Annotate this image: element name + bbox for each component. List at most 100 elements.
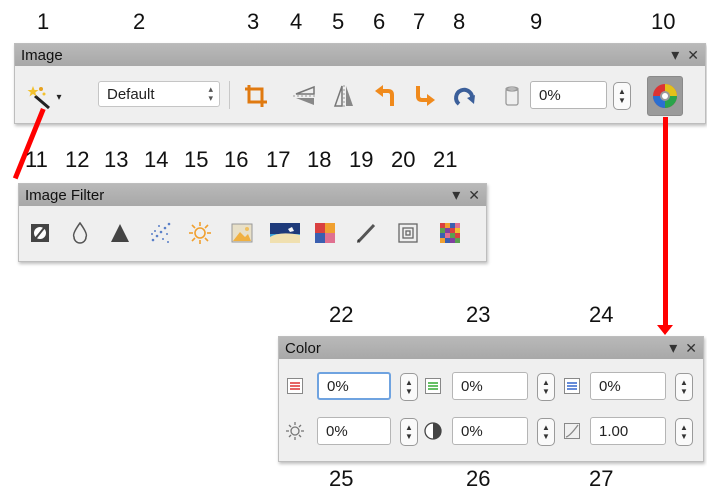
up-icon: ▲	[405, 423, 413, 432]
pop-art-icon[interactable]	[312, 220, 338, 246]
green-field[interactable]: 0%	[452, 372, 528, 400]
flip-vertically-icon[interactable]	[291, 83, 317, 109]
callout-17: 17	[266, 147, 291, 172]
rotate-left-icon[interactable]	[372, 83, 398, 109]
charcoal-sketch-icon[interactable]	[353, 220, 379, 246]
gamma-icon	[562, 418, 582, 444]
callout-10: 10	[651, 9, 676, 34]
collapse-icon[interactable]: ▾	[452, 185, 460, 205]
aging-icon[interactable]	[229, 220, 255, 246]
blue-channel-icon	[562, 373, 582, 399]
collapse-icon[interactable]: ▾	[669, 338, 677, 358]
rotate-right-icon[interactable]	[412, 83, 438, 109]
down-icon: ▼	[405, 387, 413, 396]
smooth-icon[interactable]	[67, 220, 93, 246]
image-filter-toolbar: Image Filter ▾ ✕	[18, 183, 487, 262]
invert-icon[interactable]	[27, 220, 53, 246]
gamma-stepper[interactable]: ▲ ▼	[675, 418, 693, 446]
up-icon: ▲	[405, 378, 413, 387]
callout-11: 11	[25, 147, 48, 172]
sharpen-icon[interactable]	[107, 220, 133, 246]
callout-20: 20	[391, 147, 416, 172]
callout-27: 27	[589, 466, 614, 491]
callout-4: 4	[290, 9, 303, 34]
chevron-down-icon[interactable]: ▾	[53, 84, 65, 110]
image-toolbar-titlebar[interactable]: Image ▾ ✕	[15, 44, 705, 66]
callout-3: 3	[247, 9, 260, 34]
callout-9: 9	[530, 9, 543, 34]
red-stepper[interactable]: ▲ ▼	[400, 373, 418, 401]
color-toolbar-titlebar[interactable]: Color ▾ ✕	[279, 337, 703, 359]
graphics-mode-select[interactable]: Default ▴ ▾	[98, 81, 220, 107]
color-toolbar-button[interactable]	[647, 76, 683, 116]
close-icon[interactable]: ✕	[685, 340, 697, 357]
image-toolbar-title: Image	[21, 46, 63, 64]
callout-21: 21	[433, 147, 458, 172]
gamma-field[interactable]: 1.00	[590, 417, 666, 445]
callout-19: 19	[349, 147, 374, 172]
transparency-icon	[503, 83, 521, 109]
red-field[interactable]: 0%	[317, 372, 391, 400]
transparency-stepper[interactable]: ▲ ▼	[613, 82, 631, 110]
rotate-180-icon[interactable]	[452, 83, 478, 109]
transparency-field[interactable]: 0%	[530, 81, 607, 109]
callout-25: 25	[329, 466, 354, 491]
contrast-icon	[423, 418, 443, 444]
updown-icon: ▴ ▾	[208, 84, 213, 103]
collapse-icon[interactable]: ▾	[671, 45, 679, 65]
callout-16: 16	[224, 147, 249, 172]
callout-24: 24	[589, 302, 614, 327]
crop-icon[interactable]	[243, 83, 269, 109]
image-toolbar: Image ▾ ✕ ▾ Default ▴ ▾ 0% ▲ ▼	[14, 43, 706, 124]
up-icon: ▲	[680, 378, 688, 387]
relief-icon[interactable]	[395, 220, 421, 246]
flip-horizontally-icon[interactable]	[331, 83, 357, 109]
image-filter-toolbar-title: Image Filter	[25, 186, 105, 204]
red-value: 0%	[327, 377, 349, 395]
close-icon[interactable]: ✕	[687, 47, 699, 64]
graphics-mode-value: Default	[107, 85, 155, 103]
callout-6: 6	[373, 9, 386, 34]
callout-23: 23	[466, 302, 491, 327]
callout-5: 5	[332, 9, 345, 34]
solarization-icon[interactable]	[187, 220, 213, 246]
image-filter-wand-icon[interactable]	[27, 84, 53, 110]
connector-line-right	[663, 117, 668, 327]
green-stepper[interactable]: ▲ ▼	[537, 373, 555, 401]
up-icon: ▲	[542, 378, 550, 387]
mosaic-icon[interactable]	[437, 220, 463, 246]
gamma-value: 1.00	[599, 422, 629, 440]
down-icon: ▼	[680, 432, 688, 441]
brightness-field[interactable]: 0%	[317, 417, 391, 445]
blue-stepper[interactable]: ▲ ▼	[675, 373, 693, 401]
contrast-stepper[interactable]: ▲ ▼	[537, 418, 555, 446]
up-icon: ▲	[618, 87, 626, 96]
red-channel-icon	[285, 373, 305, 399]
contrast-field[interactable]: 0%	[452, 417, 528, 445]
green-value: 0%	[461, 377, 483, 395]
contrast-value: 0%	[461, 422, 483, 440]
green-channel-icon	[423, 373, 443, 399]
down-icon: ▼	[680, 387, 688, 396]
image-filter-toolbar-titlebar[interactable]: Image Filter ▾ ✕	[19, 184, 486, 206]
color-wheel-icon	[653, 84, 677, 108]
color-toolbar: Color ▾ ✕ 0% ▲ ▼ 0% ▲ ▼ 0% ▲ ▼ 0% ▲ ▼ 0%…	[278, 336, 704, 462]
callout-22: 22	[329, 302, 354, 327]
color-toolbar-title: Color	[285, 339, 321, 357]
posterize-icon[interactable]	[269, 220, 301, 246]
brightness-value: 0%	[326, 422, 348, 440]
down-icon: ▼	[405, 432, 413, 441]
down-icon: ▼	[542, 387, 550, 396]
remove-noise-icon[interactable]	[147, 220, 173, 246]
callout-7: 7	[413, 9, 426, 34]
brightness-icon	[285, 418, 305, 444]
callout-1: 1	[37, 9, 50, 34]
up-icon: ▲	[680, 423, 688, 432]
blue-field[interactable]: 0%	[590, 372, 666, 400]
callout-8: 8	[453, 9, 466, 34]
callout-12: 12	[65, 147, 90, 172]
close-icon[interactable]: ✕	[468, 187, 480, 204]
brightness-stepper[interactable]: ▲ ▼	[400, 418, 418, 446]
callout-14: 14	[144, 147, 169, 172]
up-icon: ▲	[542, 423, 550, 432]
